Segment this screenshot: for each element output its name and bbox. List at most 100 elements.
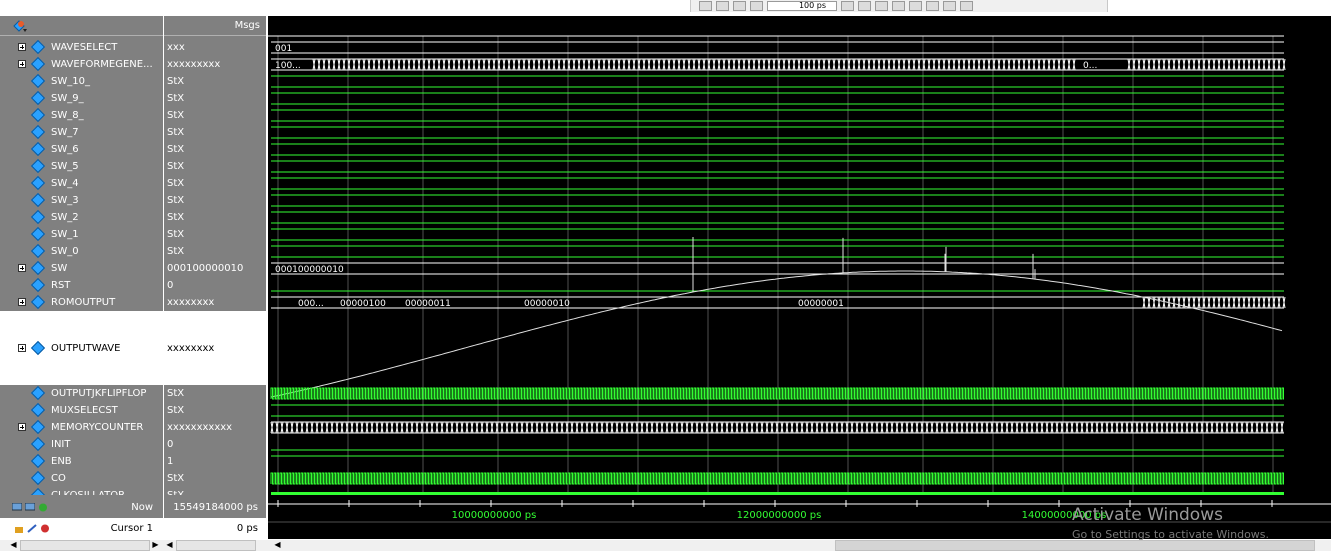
signal-name: CO xyxy=(51,473,66,484)
bus-transition xyxy=(1265,421,1269,434)
expand-icon[interactable] xyxy=(18,60,26,68)
bus-value-label: 00000011 xyxy=(405,299,451,309)
signal-row[interactable]: SW_9_ xyxy=(0,90,163,107)
bus-transition xyxy=(995,421,999,434)
add-cursor-icon[interactable] xyxy=(38,503,48,512)
bus-transition xyxy=(397,58,401,71)
expand-icon[interactable] xyxy=(18,298,26,306)
bus-transition xyxy=(987,58,991,71)
bus-transition xyxy=(942,58,946,71)
wave-menu-icon[interactable] xyxy=(12,19,28,33)
signal-row[interactable]: ENB xyxy=(0,453,163,470)
bus-transition xyxy=(430,421,434,434)
monitor-icon[interactable] xyxy=(12,503,22,512)
bus-transition xyxy=(365,421,369,434)
signal-row[interactable]: CO xyxy=(0,470,163,487)
zoom-cursor-icon[interactable] xyxy=(892,1,905,11)
signal-name-pane[interactable]: WAVESELECT WAVEFORMEGENE... SW_10_ SW_9_ SW_… xyxy=(0,16,163,503)
signal-row[interactable]: OUTPUTJKFLIPFLOP xyxy=(0,385,163,402)
bus-transition xyxy=(1172,296,1176,309)
monitor-add-icon[interactable] xyxy=(25,503,35,512)
bus-transition xyxy=(1192,296,1196,309)
signal-name: ROMOUTPUT xyxy=(51,297,116,308)
signal-row[interactable]: ROMOUTPUT xyxy=(0,294,163,311)
waveform-svg: 001 100... 0... 000100000010 000... 00000100 0… xyxy=(268,35,1286,495)
bus-transition xyxy=(742,58,746,71)
bus-transition xyxy=(1010,421,1014,434)
signal-row[interactable]: INIT xyxy=(0,436,163,453)
signal-row[interactable]: SW_2 xyxy=(0,209,163,226)
signal-row[interactable]: SW_7 xyxy=(0,124,163,141)
bus-transition xyxy=(832,58,836,71)
value-scroll-left-icon[interactable]: ◀ xyxy=(164,540,175,551)
wave-scroll-left-icon[interactable]: ◀ xyxy=(272,540,283,551)
signal-row[interactable]: SW_3 xyxy=(0,192,163,209)
horizontal-scrollbar[interactable]: ◀ ▶ ◀ ◀ xyxy=(0,540,1331,551)
bus-transition xyxy=(1205,421,1209,434)
zoom-out-icon[interactable] xyxy=(858,1,871,11)
bus-transition xyxy=(765,421,769,434)
signal-value: StX xyxy=(167,161,185,172)
bus-transition xyxy=(642,58,646,71)
find-icon[interactable] xyxy=(960,1,973,11)
signal-row[interactable]: SW_8_ xyxy=(0,107,163,124)
bus-transition xyxy=(1090,421,1094,434)
signal-row[interactable]: SW_1 xyxy=(0,226,163,243)
toolbar-group: 100 ps xyxy=(690,0,1108,12)
wave-icon-1[interactable] xyxy=(926,1,939,11)
signal-row[interactable]: OUTPUTWAVE xyxy=(0,311,163,385)
cursor-edit-icon[interactable] xyxy=(27,524,37,533)
bus-transition xyxy=(1232,296,1236,309)
step-button[interactable] xyxy=(716,1,729,11)
signal-row[interactable]: MEMORYCOUNTER xyxy=(0,419,163,436)
scroll-left-icon[interactable]: ◀ xyxy=(8,540,19,551)
bus-transition xyxy=(350,421,354,434)
signal-row[interactable]: WAVESELECT xyxy=(0,39,163,56)
signal-row[interactable]: SW_6 xyxy=(0,141,163,158)
signal-row[interactable]: SW_4 xyxy=(0,175,163,192)
scroll-right-icon[interactable]: ▶ xyxy=(150,540,161,551)
forward-arrow-icon[interactable] xyxy=(750,1,763,11)
bus-transition xyxy=(1147,58,1151,71)
waveform-canvas[interactable]: 001 100... 0... 000100000010 000... 00000100 0… xyxy=(268,16,1331,495)
signal-row[interactable]: WAVEFORMEGENE... xyxy=(0,56,163,73)
signal-row[interactable]: SW_10_ xyxy=(0,73,163,90)
signal-value: StX xyxy=(167,229,185,240)
cursor-row[interactable]: Cursor 1 xyxy=(0,518,163,539)
bus-transition xyxy=(400,421,404,434)
signal-row[interactable]: SW_0 xyxy=(0,243,163,260)
delete-cursor-icon[interactable] xyxy=(40,524,50,533)
bus-transition xyxy=(1022,58,1026,71)
value-pane-scroll-track[interactable] xyxy=(176,540,256,551)
bus-transition xyxy=(582,58,586,71)
signal-value-row: StX xyxy=(164,107,266,124)
expand-icon[interactable] xyxy=(18,423,26,431)
lock-icon[interactable] xyxy=(14,524,24,533)
bus-transition xyxy=(1212,296,1216,309)
stop-icon[interactable] xyxy=(909,1,922,11)
wave-scroll-thumb[interactable] xyxy=(835,540,1315,551)
signal-row[interactable]: SW xyxy=(0,260,163,277)
signal-value-pane[interactable]: Msgs xxx xxxxxxxxx StX StX StX StX StX StX StX St… xyxy=(164,16,266,501)
back-arrow-icon[interactable] xyxy=(733,1,746,11)
signal-row[interactable]: RST xyxy=(0,277,163,294)
expand-icon[interactable] xyxy=(18,43,26,51)
bus-transition xyxy=(710,421,714,434)
bus-transition xyxy=(507,58,511,71)
zoom-in-icon[interactable] xyxy=(841,1,854,11)
bus-transition xyxy=(467,58,471,71)
expand-icon[interactable] xyxy=(18,344,26,352)
bus-transition xyxy=(562,58,566,71)
bus-transition xyxy=(320,421,324,434)
bus-transition xyxy=(1120,421,1124,434)
bus-transition xyxy=(407,58,411,71)
run-length-field[interactable]: 100 ps xyxy=(767,1,837,11)
run-button[interactable] xyxy=(699,1,712,11)
signal-row[interactable]: SW_5 xyxy=(0,158,163,175)
signal-row[interactable]: MUXSELECST xyxy=(0,402,163,419)
name-pane-scroll-track[interactable] xyxy=(20,540,150,551)
zoom-full-icon[interactable] xyxy=(875,1,888,11)
wave-icon-2[interactable] xyxy=(943,1,956,11)
bus-transition xyxy=(827,58,831,71)
expand-icon[interactable] xyxy=(18,264,26,272)
